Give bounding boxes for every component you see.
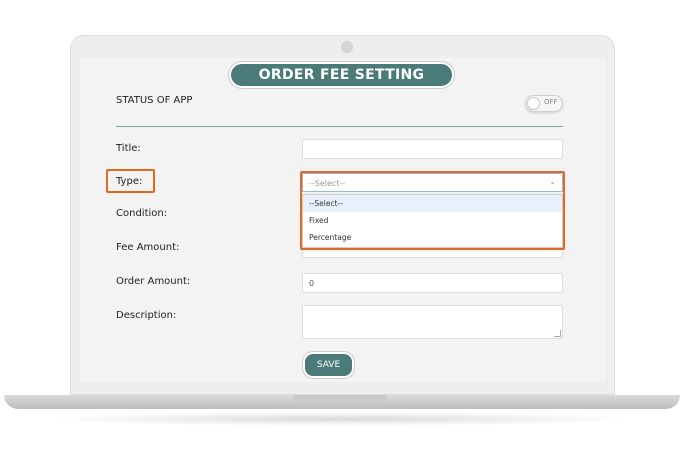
divider — [116, 126, 563, 127]
laptop-shadow — [40, 412, 640, 426]
condition-label: Condition: — [116, 208, 168, 219]
toggle-knob — [527, 97, 540, 110]
type-select-highlight — [300, 171, 565, 250]
toggle-text: OFF — [544, 98, 558, 106]
page-title: ORDER FEE SETTING — [229, 62, 454, 88]
camera-icon — [341, 41, 353, 53]
status-label: STATUS OF APP — [116, 95, 193, 106]
description-label: Description: — [116, 310, 177, 321]
description-textarea[interactable] — [302, 305, 563, 339]
order-amount-input[interactable]: 0 — [302, 273, 563, 293]
resize-handle-icon[interactable] — [554, 330, 561, 337]
laptop-notch — [293, 395, 387, 401]
title-label: Title: — [116, 143, 141, 154]
status-toggle[interactable]: OFF — [525, 95, 563, 112]
fee-amount-label: Fee Amount: — [116, 242, 180, 253]
title-input[interactable] — [302, 139, 563, 159]
type-label-highlight — [106, 169, 155, 193]
save-button[interactable]: SAVE — [303, 352, 354, 378]
order-amount-label: Order Amount: — [116, 276, 191, 287]
